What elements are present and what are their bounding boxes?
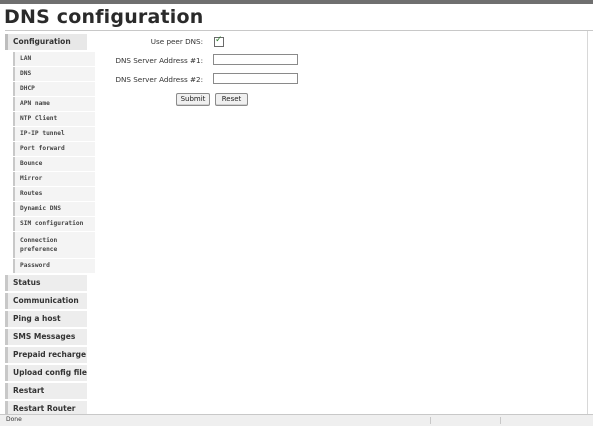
sidebar-item-label: SMS Messages (13, 332, 76, 341)
checkmark-icon: ✓ (215, 35, 223, 45)
sidebar-nav: Configuration LAN DNS DHCP APN name NTP … (5, 34, 95, 419)
sidebar-item-communication-log[interactable]: Communication log (5, 293, 87, 321)
sidebar-item-sms-messages[interactable]: SMS Messages (5, 329, 87, 345)
configuration-submenu: LAN DNS DHCP APN name NTP Client IP-IP t… (13, 52, 95, 273)
sidebar-item-apn-name[interactable]: APN name (13, 97, 95, 111)
use-peer-dns-checkbox[interactable]: ✓ (214, 35, 224, 47)
submit-button[interactable]: Submit (176, 93, 210, 106)
sidebar-item-label: Prepaid recharge (13, 350, 87, 359)
sidebar-item-label: Bounce (20, 160, 43, 167)
sidebar-item-label: Connection preference (20, 237, 58, 253)
sidebar-item-restart-connection[interactable]: Restart Connection (5, 383, 87, 411)
sidebar-item-label: Dynamic DNS (20, 205, 61, 212)
title-divider (5, 30, 593, 31)
sidebar-item-dhcp[interactable]: DHCP (13, 82, 95, 96)
sidebar-item-prepaid-recharge[interactable]: Prepaid recharge (5, 347, 87, 363)
sidebar-item-bounce[interactable]: Bounce (13, 157, 95, 171)
sidebar-item-label: Upload config file (13, 368, 87, 377)
sidebar-item-ntp-client[interactable]: NTP Client (13, 112, 95, 126)
sidebar-item-label: Configuration (13, 37, 71, 46)
sidebar-item-status[interactable]: Status (5, 275, 87, 291)
sidebar-item-ip-ip-tunnel[interactable]: IP-IP tunnel (13, 127, 95, 141)
sidebar-item-dynamic-dns[interactable]: Dynamic DNS (13, 202, 95, 216)
sidebar-item-label: Status (13, 278, 41, 287)
sidebar-item-ping-a-host[interactable]: Ping a host (5, 311, 87, 327)
status-text: Done (6, 416, 22, 423)
sidebar-item-label: DNS (20, 70, 32, 77)
sidebar-item-mirror[interactable]: Mirror (13, 172, 95, 186)
dns-server-2-input[interactable] (213, 73, 298, 84)
sidebar-item-label: Mirror (20, 175, 43, 182)
sidebar-item-sim-configuration[interactable]: SIM configuration (13, 217, 95, 231)
right-frame-edge (587, 31, 588, 415)
sidebar-item-upload-config-file[interactable]: Upload config file (5, 365, 87, 381)
sidebar-item-label: NTP Client (20, 115, 58, 122)
dns-server-1-label: DNS Server Address #1: (115, 56, 203, 65)
sidebar-item-label: LAN (20, 55, 32, 62)
sidebar-item-label: Password (20, 262, 50, 269)
sidebar-item-label: Routes (20, 190, 43, 197)
sidebar-item-dns[interactable]: DNS (13, 67, 95, 81)
status-bar: Done (0, 414, 593, 426)
sidebar-item-label: Port forward (20, 145, 65, 152)
sidebar-item-label: APN name (20, 100, 50, 107)
page-title: DNS configuration (4, 6, 204, 28)
sidebar-item-routes[interactable]: Routes (13, 187, 95, 201)
dns-server-2-label: DNS Server Address #2: (115, 75, 203, 84)
sidebar-item-label: IP-IP tunnel (20, 130, 65, 137)
sidebar-item-lan[interactable]: LAN (13, 52, 95, 66)
sidebar-item-label: DHCP (20, 85, 35, 92)
use-peer-dns-label: Use peer DNS: (150, 37, 203, 46)
status-divider (430, 417, 431, 424)
sidebar-item-port-forward[interactable]: Port forward (13, 142, 95, 156)
status-divider (500, 417, 501, 424)
sidebar-item-configuration[interactable]: Configuration (5, 34, 87, 50)
sidebar-item-password[interactable]: Password (13, 259, 95, 273)
sidebar-item-label: SIM configuration (20, 220, 84, 227)
window-top-border (0, 0, 593, 4)
dns-server-1-input[interactable] (213, 54, 298, 65)
reset-button[interactable]: Reset (215, 93, 248, 106)
sidebar-item-label: Restart Router (13, 404, 76, 413)
sidebar-item-label: Ping a host (13, 314, 61, 323)
sidebar-item-connection-preference[interactable]: Connection preference (13, 232, 95, 258)
